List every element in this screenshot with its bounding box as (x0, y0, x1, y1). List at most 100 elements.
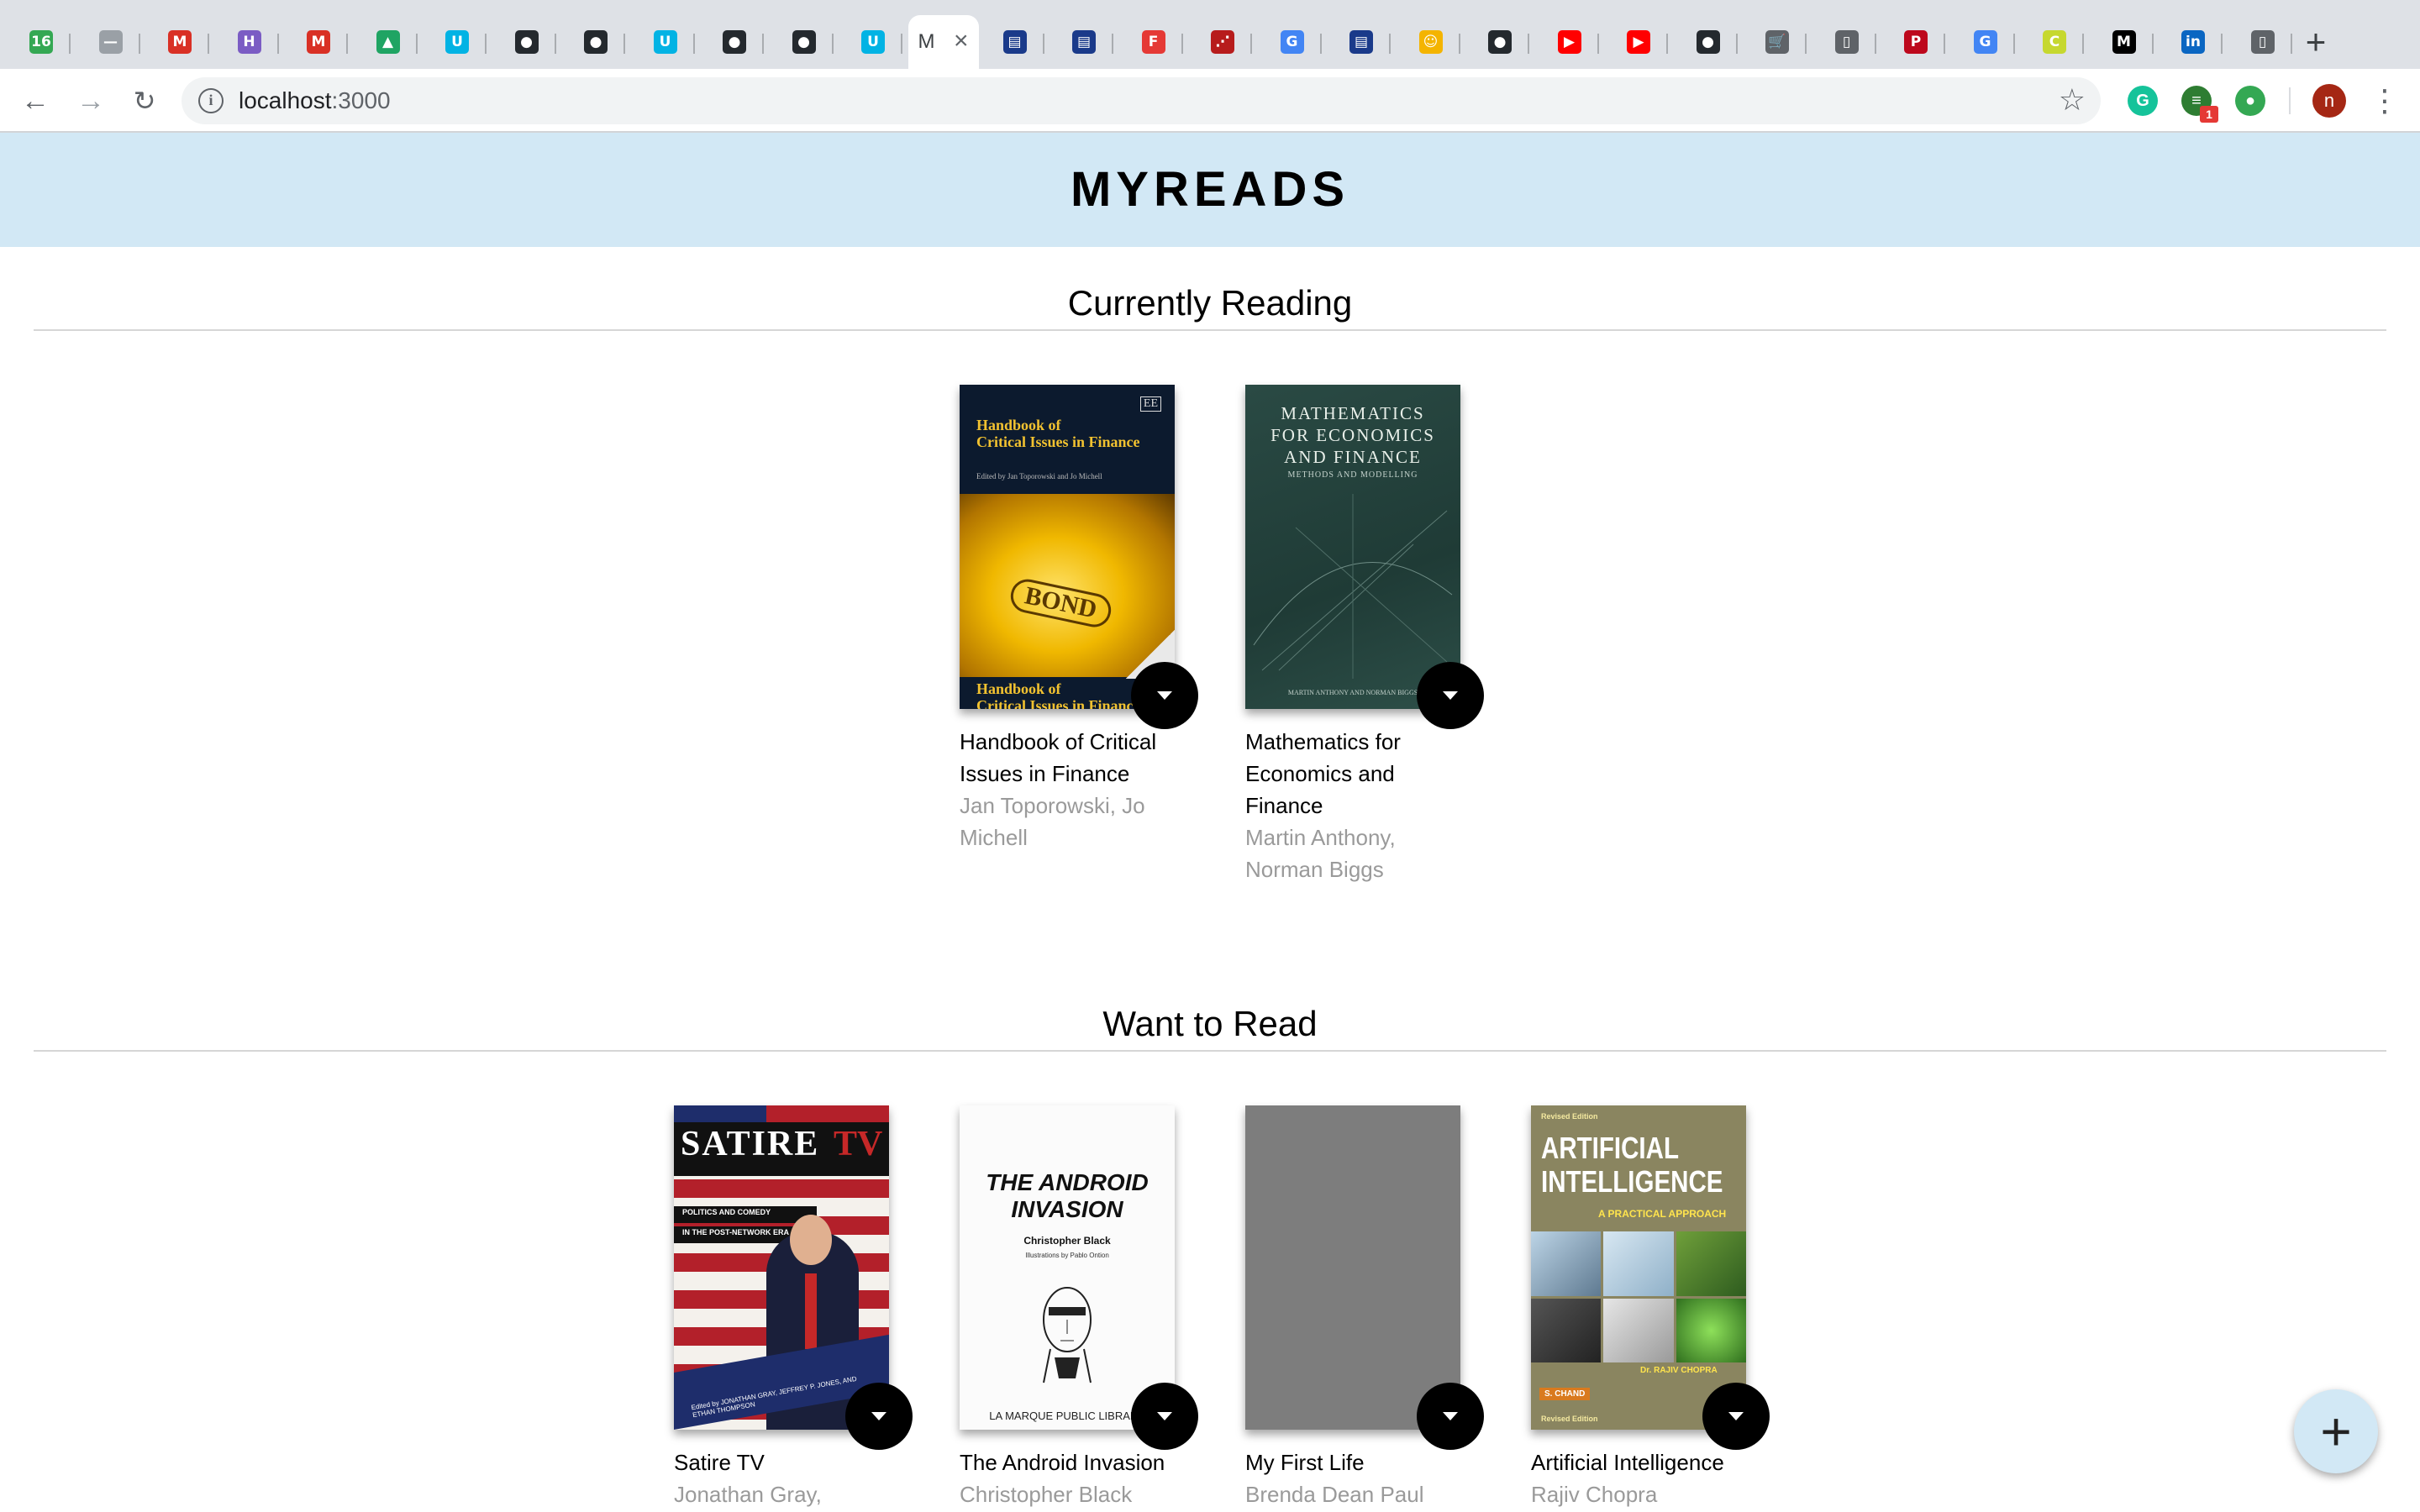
shelf-changer-button[interactable] (1131, 662, 1198, 729)
shelf-title: Want to Read (34, 996, 2386, 1052)
udacity-icon: U (445, 30, 469, 54)
reload-icon[interactable]: ↻ (124, 81, 165, 121)
youtube-icon: ▶ (1627, 30, 1650, 54)
add-book-button[interactable]: + (2294, 1389, 2378, 1473)
browser-tab[interactable]: M (289, 15, 348, 69)
grammarly-extension-icon[interactable]: G (2128, 86, 2158, 116)
github-icon: ● (1488, 30, 1512, 54)
browser-tab[interactable]: G (1956, 15, 2015, 69)
cover-text: SATIRE (681, 1125, 820, 1163)
url-text[interactable]: localhost:3000 (239, 87, 391, 114)
browser-tab[interactable]: U (636, 15, 695, 69)
browser-tab[interactable]: ▯ (1818, 15, 1876, 69)
book-cover-math[interactable]: MATHEMATICS FOR ECONOMICS AND FINANCE ME… (1245, 385, 1460, 709)
browser-tab[interactable]: U (428, 15, 487, 69)
browser-tab[interactable]: in (2164, 15, 2223, 69)
book-authors: Martin Anthony, Norman Biggs (1245, 825, 1396, 882)
shelf-changer-button[interactable] (1417, 662, 1484, 729)
browser-tab[interactable]: M (2095, 15, 2154, 69)
cover-text: Dr. RAJIV CHOPRA (1640, 1366, 1718, 1375)
browser-tab[interactable]: P (1886, 15, 1945, 69)
tab-separator (1250, 34, 1252, 54)
extension-icon[interactable]: ≡ 1 (2181, 86, 2218, 123)
book-cover-blank[interactable] (1245, 1105, 1460, 1430)
book-authors: Jan Toporowski, Jo Michell (960, 793, 1145, 850)
book-cover-android[interactable]: THE ANDROID INVASION Christopher Black I… (960, 1105, 1175, 1430)
browser-tab[interactable]: M (150, 15, 209, 69)
browser-tab[interactable]: ▤ (986, 15, 1044, 69)
cover-text: AND FINANCE (1284, 447, 1422, 467)
close-tab-icon[interactable]: × (954, 29, 969, 54)
cover-text: A PRACTICAL APPROACH (1598, 1208, 1727, 1220)
app-header: MYREADS (0, 133, 2420, 247)
book-item: SATIRE TV POLITICS AND COMEDY IN THE POS… (674, 1105, 913, 1512)
browser-tab[interactable]: ▯ (2233, 15, 2292, 69)
shelf-changer-button[interactable] (1417, 1383, 1484, 1450)
shelf-changer-button[interactable] (845, 1383, 913, 1450)
shelf-changer-button[interactable] (1702, 1383, 1770, 1450)
medium-icon: M (2112, 30, 2136, 54)
tab-separator (138, 34, 140, 54)
tab-strip: + 16— M H M ▲ U ● ● U ● ● U M × ▤ ▤ F ⋰ G ▤ ☺ ● ▶ ▶ ● 🛒 ▯ P G C Min ▯ (0, 0, 2420, 69)
forward-arrow-icon[interactable]: → (71, 81, 111, 121)
tab-separator (554, 34, 556, 54)
pinterest-icon: P (1904, 30, 1928, 54)
back-arrow-icon[interactable]: ← (15, 81, 55, 121)
browser-tab[interactable]: ▲ (359, 15, 418, 69)
browser-tab[interactable]: ⋰ (1193, 15, 1252, 69)
browser-tab[interactable]: ● (566, 15, 625, 69)
browser-tab[interactable]: ▤ (1332, 15, 1391, 69)
browser-tab[interactable]: C (2025, 15, 2084, 69)
book-cover-handbook[interactable]: EE Handbook of Critical Issues in Financ… (960, 385, 1175, 709)
h-icon: H (237, 30, 261, 54)
book-cover-satire[interactable]: SATIRE TV POLITICS AND COMEDY IN THE POS… (674, 1105, 889, 1430)
book-title: Artificial Intelligence (1531, 1450, 1724, 1475)
google-icon: G (1973, 30, 1997, 54)
chat-extension-icon[interactable]: ● (2235, 86, 2265, 116)
browser-tab[interactable]: ☺ (1402, 15, 1460, 69)
browser-tab[interactable]: ▶ (1540, 15, 1599, 69)
api-icon: ▤ (1349, 30, 1373, 54)
browser-tab[interactable]: G (1263, 15, 1322, 69)
publisher-badge: S. CHAND (1539, 1388, 1591, 1400)
browser-tab[interactable]: F (1124, 15, 1183, 69)
github-icon: ● (1696, 30, 1720, 54)
browser-tab[interactable]: — (82, 15, 140, 69)
book-authors: Rajiv Chopra (1531, 1482, 1658, 1507)
profile-avatar[interactable]: n (2312, 84, 2346, 118)
browser-menu-icon[interactable]: ⋮ (2370, 84, 2400, 118)
youtube-icon: ▶ (1557, 30, 1581, 54)
browser-tab[interactable]: ● (1679, 15, 1738, 69)
cover-photo (1676, 1231, 1746, 1296)
tab-separator (2082, 34, 2084, 54)
gmail-icon: M (168, 30, 192, 54)
browser-tab[interactable]: ● (705, 15, 764, 69)
shelf-title: Currently Reading (34, 276, 2386, 331)
browser-tab[interactable]: ● (1470, 15, 1529, 69)
browser-tab[interactable]: ▤ (1055, 15, 1113, 69)
book-cover-ai[interactable]: Revised Edition ARTIFICIAL INTELLIGENCE … (1531, 1105, 1746, 1430)
browser-tab[interactable]: ▶ (1609, 15, 1668, 69)
new-tab-button[interactable]: + (2294, 20, 2338, 64)
browser-tab[interactable]: ● (497, 15, 556, 69)
browser-tab[interactable]: U (844, 15, 902, 69)
browser-tab[interactable]: H (220, 15, 279, 69)
address-bar[interactable]: i localhost:3000 ☆ (182, 77, 2101, 124)
book-item: EE Handbook of Critical Issues in Financ… (960, 385, 1198, 885)
book-title: The Android Invasion (960, 1450, 1165, 1475)
shelf-currently-reading: Currently Reading EE Handbook of Critica… (34, 276, 2386, 882)
site-info-icon[interactable]: i (198, 88, 224, 113)
browser-tab[interactable]: 🛒 (1748, 15, 1807, 69)
tab-separator (2012, 34, 2015, 54)
udacity-icon: U (861, 30, 885, 54)
caret-down-icon (1443, 691, 1458, 700)
active-browser-tab[interactable]: M × (908, 15, 979, 69)
book-item: MATHEMATICS FOR ECONOMICS AND FINANCE ME… (1245, 385, 1484, 885)
dash-icon: — (98, 30, 123, 54)
browser-tab[interactable]: ● (775, 15, 834, 69)
bookmark-star-icon[interactable]: ☆ (2059, 82, 2086, 118)
browser-tab[interactable]: 16 (12, 15, 71, 69)
cover-text: POLITICS AND COMEDY (682, 1208, 771, 1216)
cover-text: INTELLIGENCE (1541, 1164, 1723, 1199)
shelf-changer-button[interactable] (1131, 1383, 1198, 1450)
